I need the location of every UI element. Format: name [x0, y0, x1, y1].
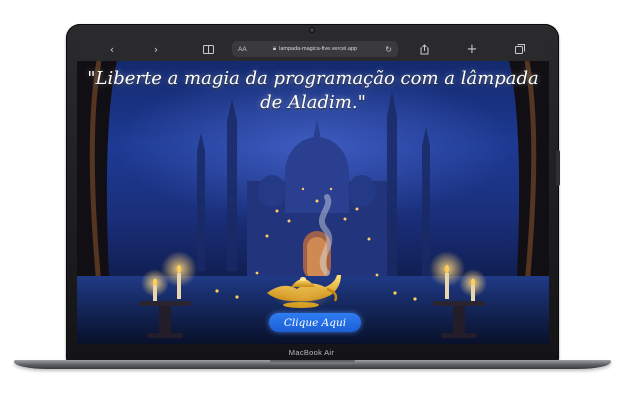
url-container: 🔒︎ lampada-magica-five.vercel.app: [232, 46, 398, 53]
sidebar-button[interactable]: [199, 41, 217, 57]
reload-icon[interactable]: ↻: [385, 45, 392, 54]
laptop-screen: ‹ › AA 🔒︎ lampada-magica-five.vercel.app …: [77, 37, 549, 344]
page-headline: "Liberte a magia da programação com a lâ…: [87, 68, 539, 113]
device-label: MacBook Air: [288, 348, 335, 357]
forward-button[interactable]: ›: [147, 41, 165, 57]
book-icon: [202, 44, 214, 54]
share-button[interactable]: [415, 41, 433, 57]
address-bar[interactable]: AA 🔒︎ lampada-magica-five.vercel.app ↻: [232, 41, 398, 57]
plus-icon: +: [466, 41, 478, 57]
chevron-right-icon: ›: [153, 42, 159, 56]
tabs-overview-button[interactable]: [511, 41, 529, 57]
laptop-side-edge: [556, 150, 560, 186]
browser-toolbar: ‹ › AA 🔒︎ lampada-magica-five.vercel.app …: [77, 37, 549, 62]
palace: [247, 119, 387, 281]
click-here-button[interactable]: Clique Aqui: [269, 313, 361, 332]
lock-icon: 🔒︎: [272, 45, 277, 52]
back-button[interactable]: ‹: [103, 41, 121, 57]
web-page: "Liberte a magia da programação com a lâ…: [77, 61, 549, 344]
share-icon: [420, 43, 428, 54]
laptop-opening-notch: [270, 360, 355, 364]
url-text: lampada-magica-five.vercel.app: [279, 45, 358, 52]
chevron-left-icon: ‹: [109, 42, 115, 56]
new-tab-button[interactable]: +: [463, 41, 481, 57]
camera: [310, 28, 314, 32]
tabs-icon: [515, 44, 525, 54]
